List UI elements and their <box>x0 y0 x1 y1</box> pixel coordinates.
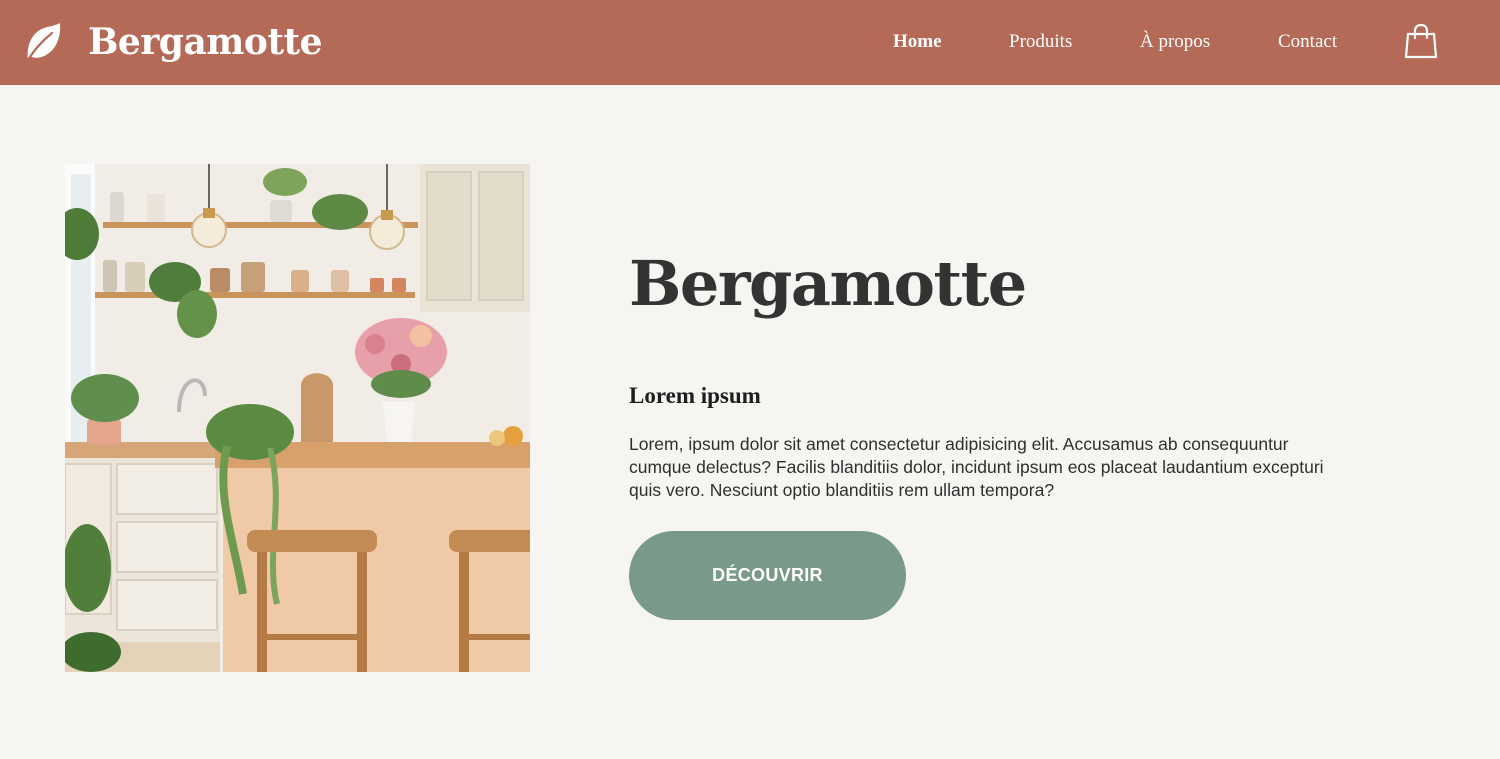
decouvrir-button[interactable]: DÉCOUVRIR <box>629 531 906 620</box>
nav-produits-link[interactable]: Produits <box>1009 31 1072 53</box>
hero-subtitle: Lorem ipsum <box>629 383 761 408</box>
nav-contact-link[interactable]: Contact <box>1278 31 1337 53</box>
hero-kitchen-image <box>65 164 530 672</box>
nav-apropos-link[interactable]: À propos <box>1140 31 1210 53</box>
nav-home-link[interactable]: Home <box>893 31 942 53</box>
hero-title: Bergamotte <box>629 247 1027 320</box>
leaf-icon[interactable] <box>24 22 62 62</box>
site-header: Bergamotte Home Produits À propos Contac… <box>0 0 1500 85</box>
hero-paragraph: Lorem, ipsum dolor sit amet consectetur … <box>629 434 1324 500</box>
brand-name[interactable]: Bergamotte <box>88 18 323 66</box>
shopping-bag-icon[interactable] <box>1404 23 1438 59</box>
